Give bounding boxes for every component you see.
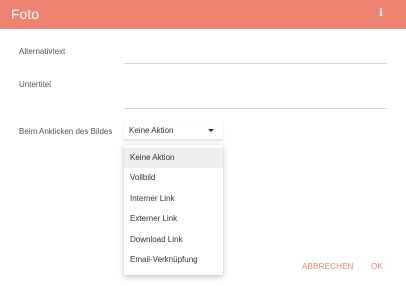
cancel-button[interactable]: ABBRECHEN: [302, 262, 354, 271]
menu-item-download-link[interactable]: Download Link: [124, 230, 223, 250]
click-action-select[interactable]: Keine Aktion: [124, 122, 223, 140]
ok-button[interactable]: OK: [371, 262, 383, 271]
dialog-header: Foto i: [0, 0, 406, 29]
alt-text-label: Alternativtext: [19, 47, 66, 56]
menu-item-vollbild[interactable]: Vollbild: [124, 168, 223, 188]
menu-item-interner-link[interactable]: Interner Link: [124, 189, 223, 209]
caret-down-icon: [208, 129, 214, 132]
menu-item-keine-aktion[interactable]: Keine Aktion: [124, 148, 223, 168]
alt-text-underline: [124, 63, 387, 64]
caption-label: Untertitel: [19, 80, 52, 89]
click-action-selected-value: Keine Aktion: [129, 126, 174, 135]
click-action-menu: Keine Aktion Vollbild Interner Link Exte…: [124, 145, 223, 275]
menu-item-externer-link[interactable]: Externer Link: [124, 209, 223, 229]
menu-item-email-verknuepfung[interactable]: Email-Verknüpfung: [124, 250, 223, 270]
alt-text-input[interactable]: [124, 48, 387, 62]
photo-dialog: Foto i Alternativtext Untertitel Beim An…: [0, 0, 406, 286]
info-icon[interactable]: i: [378, 8, 384, 20]
click-action-label: Beim Anklicken des Bildes: [19, 127, 113, 136]
caption-underline: [124, 108, 387, 109]
caption-input[interactable]: [124, 92, 387, 106]
dialog-title: Foto: [11, 6, 40, 22]
